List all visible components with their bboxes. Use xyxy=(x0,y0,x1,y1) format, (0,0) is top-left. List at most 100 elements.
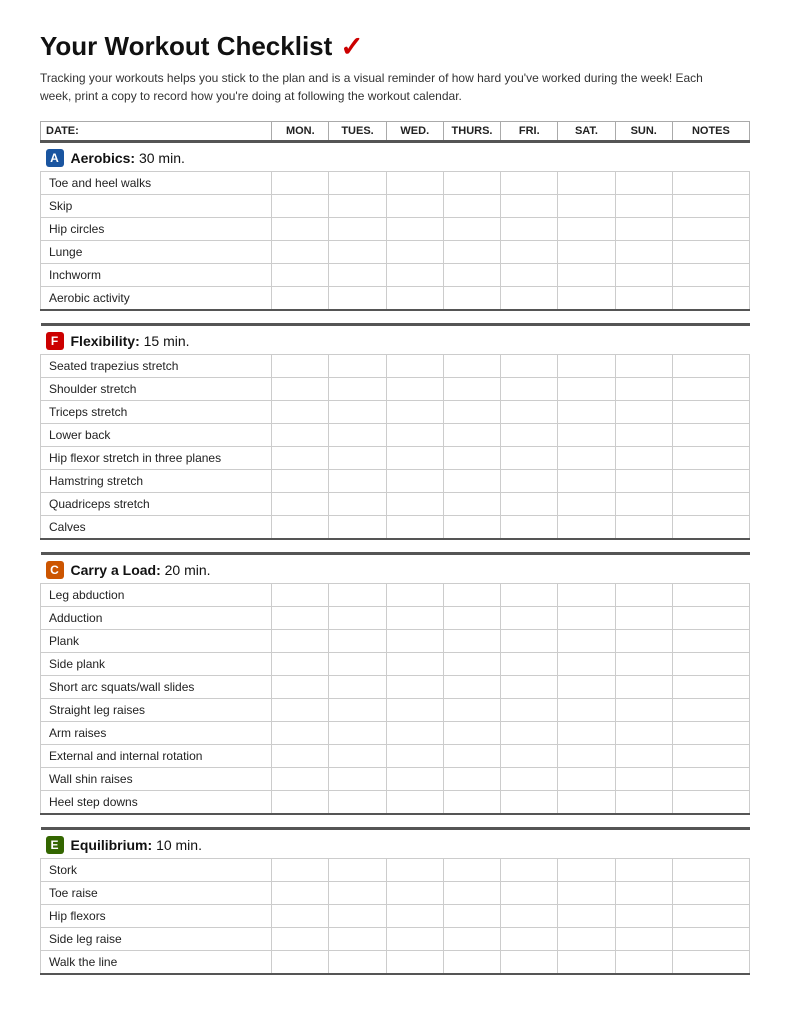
exercise-notes-aerobics-3[interactable] xyxy=(672,241,749,264)
exercise-cell-carry-0-5[interactable] xyxy=(558,584,615,607)
exercise-cell-equilibrium-0-2[interactable] xyxy=(386,859,443,882)
exercise-cell-equilibrium-0-5[interactable] xyxy=(558,859,615,882)
exercise-cell-flexibility-5-5[interactable] xyxy=(558,470,615,493)
exercise-notes-carry-0[interactable] xyxy=(672,584,749,607)
exercise-cell-equilibrium-1-3[interactable] xyxy=(443,882,500,905)
exercise-cell-flexibility-6-1[interactable] xyxy=(329,493,386,516)
exercise-cell-aerobics-0-3[interactable] xyxy=(443,172,500,195)
exercise-cell-flexibility-7-0[interactable] xyxy=(272,516,329,540)
exercise-cell-carry-6-5[interactable] xyxy=(558,722,615,745)
exercise-cell-flexibility-2-4[interactable] xyxy=(501,401,558,424)
exercise-cell-equilibrium-3-2[interactable] xyxy=(386,928,443,951)
exercise-notes-equilibrium-0[interactable] xyxy=(672,859,749,882)
exercise-cell-flexibility-7-4[interactable] xyxy=(501,516,558,540)
exercise-cell-flexibility-3-1[interactable] xyxy=(329,424,386,447)
exercise-notes-aerobics-1[interactable] xyxy=(672,195,749,218)
exercise-cell-flexibility-5-4[interactable] xyxy=(501,470,558,493)
exercise-cell-carry-3-1[interactable] xyxy=(329,653,386,676)
exercise-cell-carry-6-1[interactable] xyxy=(329,722,386,745)
exercise-cell-carry-0-2[interactable] xyxy=(386,584,443,607)
exercise-notes-carry-7[interactable] xyxy=(672,745,749,768)
exercise-cell-carry-9-5[interactable] xyxy=(558,791,615,815)
exercise-cell-carry-4-6[interactable] xyxy=(615,676,672,699)
exercise-cell-flexibility-3-0[interactable] xyxy=(272,424,329,447)
exercise-cell-carry-5-2[interactable] xyxy=(386,699,443,722)
exercise-cell-equilibrium-2-2[interactable] xyxy=(386,905,443,928)
exercise-cell-carry-5-6[interactable] xyxy=(615,699,672,722)
exercise-cell-carry-3-3[interactable] xyxy=(443,653,500,676)
exercise-cell-flexibility-3-4[interactable] xyxy=(501,424,558,447)
exercise-cell-equilibrium-3-5[interactable] xyxy=(558,928,615,951)
exercise-cell-aerobics-1-3[interactable] xyxy=(443,195,500,218)
exercise-cell-carry-2-0[interactable] xyxy=(272,630,329,653)
exercise-notes-carry-1[interactable] xyxy=(672,607,749,630)
exercise-cell-flexibility-4-3[interactable] xyxy=(443,447,500,470)
exercise-cell-equilibrium-4-5[interactable] xyxy=(558,951,615,975)
exercise-cell-carry-8-5[interactable] xyxy=(558,768,615,791)
exercise-cell-flexibility-0-3[interactable] xyxy=(443,355,500,378)
exercise-cell-carry-7-5[interactable] xyxy=(558,745,615,768)
exercise-cell-flexibility-7-2[interactable] xyxy=(386,516,443,540)
exercise-cell-flexibility-6-2[interactable] xyxy=(386,493,443,516)
exercise-cell-aerobics-4-5[interactable] xyxy=(558,264,615,287)
exercise-cell-carry-4-5[interactable] xyxy=(558,676,615,699)
exercise-cell-carry-4-2[interactable] xyxy=(386,676,443,699)
exercise-cell-equilibrium-3-6[interactable] xyxy=(615,928,672,951)
exercise-cell-aerobics-4-6[interactable] xyxy=(615,264,672,287)
exercise-cell-flexibility-4-2[interactable] xyxy=(386,447,443,470)
exercise-cell-flexibility-6-5[interactable] xyxy=(558,493,615,516)
exercise-cell-equilibrium-1-2[interactable] xyxy=(386,882,443,905)
exercise-cell-carry-9-6[interactable] xyxy=(615,791,672,815)
exercise-cell-flexibility-0-5[interactable] xyxy=(558,355,615,378)
exercise-notes-carry-4[interactable] xyxy=(672,676,749,699)
exercise-cell-carry-1-0[interactable] xyxy=(272,607,329,630)
exercise-cell-flexibility-1-3[interactable] xyxy=(443,378,500,401)
exercise-cell-aerobics-3-5[interactable] xyxy=(558,241,615,264)
exercise-notes-carry-2[interactable] xyxy=(672,630,749,653)
exercise-cell-aerobics-0-4[interactable] xyxy=(501,172,558,195)
exercise-notes-carry-6[interactable] xyxy=(672,722,749,745)
exercise-cell-equilibrium-0-0[interactable] xyxy=(272,859,329,882)
exercise-notes-flexibility-5[interactable] xyxy=(672,470,749,493)
exercise-cell-aerobics-5-3[interactable] xyxy=(443,287,500,311)
exercise-cell-carry-9-3[interactable] xyxy=(443,791,500,815)
exercise-cell-flexibility-5-3[interactable] xyxy=(443,470,500,493)
exercise-cell-aerobics-5-0[interactable] xyxy=(272,287,329,311)
exercise-cell-carry-1-6[interactable] xyxy=(615,607,672,630)
exercise-cell-carry-1-4[interactable] xyxy=(501,607,558,630)
exercise-cell-equilibrium-1-6[interactable] xyxy=(615,882,672,905)
exercise-cell-flexibility-0-1[interactable] xyxy=(329,355,386,378)
exercise-cell-carry-6-3[interactable] xyxy=(443,722,500,745)
exercise-notes-aerobics-0[interactable] xyxy=(672,172,749,195)
exercise-cell-carry-3-4[interactable] xyxy=(501,653,558,676)
exercise-cell-equilibrium-2-0[interactable] xyxy=(272,905,329,928)
exercise-cell-flexibility-3-3[interactable] xyxy=(443,424,500,447)
exercise-cell-carry-4-1[interactable] xyxy=(329,676,386,699)
exercise-notes-aerobics-2[interactable] xyxy=(672,218,749,241)
exercise-cell-aerobics-1-1[interactable] xyxy=(329,195,386,218)
exercise-cell-carry-2-4[interactable] xyxy=(501,630,558,653)
exercise-cell-flexibility-2-5[interactable] xyxy=(558,401,615,424)
exercise-cell-flexibility-2-2[interactable] xyxy=(386,401,443,424)
exercise-cell-flexibility-1-4[interactable] xyxy=(501,378,558,401)
exercise-cell-equilibrium-4-6[interactable] xyxy=(615,951,672,975)
exercise-notes-aerobics-4[interactable] xyxy=(672,264,749,287)
exercise-cell-equilibrium-2-4[interactable] xyxy=(501,905,558,928)
exercise-cell-carry-2-2[interactable] xyxy=(386,630,443,653)
exercise-cell-flexibility-3-2[interactable] xyxy=(386,424,443,447)
exercise-cell-carry-8-4[interactable] xyxy=(501,768,558,791)
exercise-cell-aerobics-3-3[interactable] xyxy=(443,241,500,264)
exercise-cell-flexibility-7-3[interactable] xyxy=(443,516,500,540)
exercise-cell-aerobics-2-0[interactable] xyxy=(272,218,329,241)
exercise-cell-flexibility-4-0[interactable] xyxy=(272,447,329,470)
exercise-cell-carry-9-0[interactable] xyxy=(272,791,329,815)
exercise-cell-aerobics-2-5[interactable] xyxy=(558,218,615,241)
exercise-cell-flexibility-6-4[interactable] xyxy=(501,493,558,516)
exercise-notes-equilibrium-4[interactable] xyxy=(672,951,749,975)
exercise-cell-flexibility-5-0[interactable] xyxy=(272,470,329,493)
exercise-cell-equilibrium-0-3[interactable] xyxy=(443,859,500,882)
exercise-cell-equilibrium-2-3[interactable] xyxy=(443,905,500,928)
exercise-cell-flexibility-6-0[interactable] xyxy=(272,493,329,516)
exercise-cell-carry-5-0[interactable] xyxy=(272,699,329,722)
exercise-cell-equilibrium-4-2[interactable] xyxy=(386,951,443,975)
